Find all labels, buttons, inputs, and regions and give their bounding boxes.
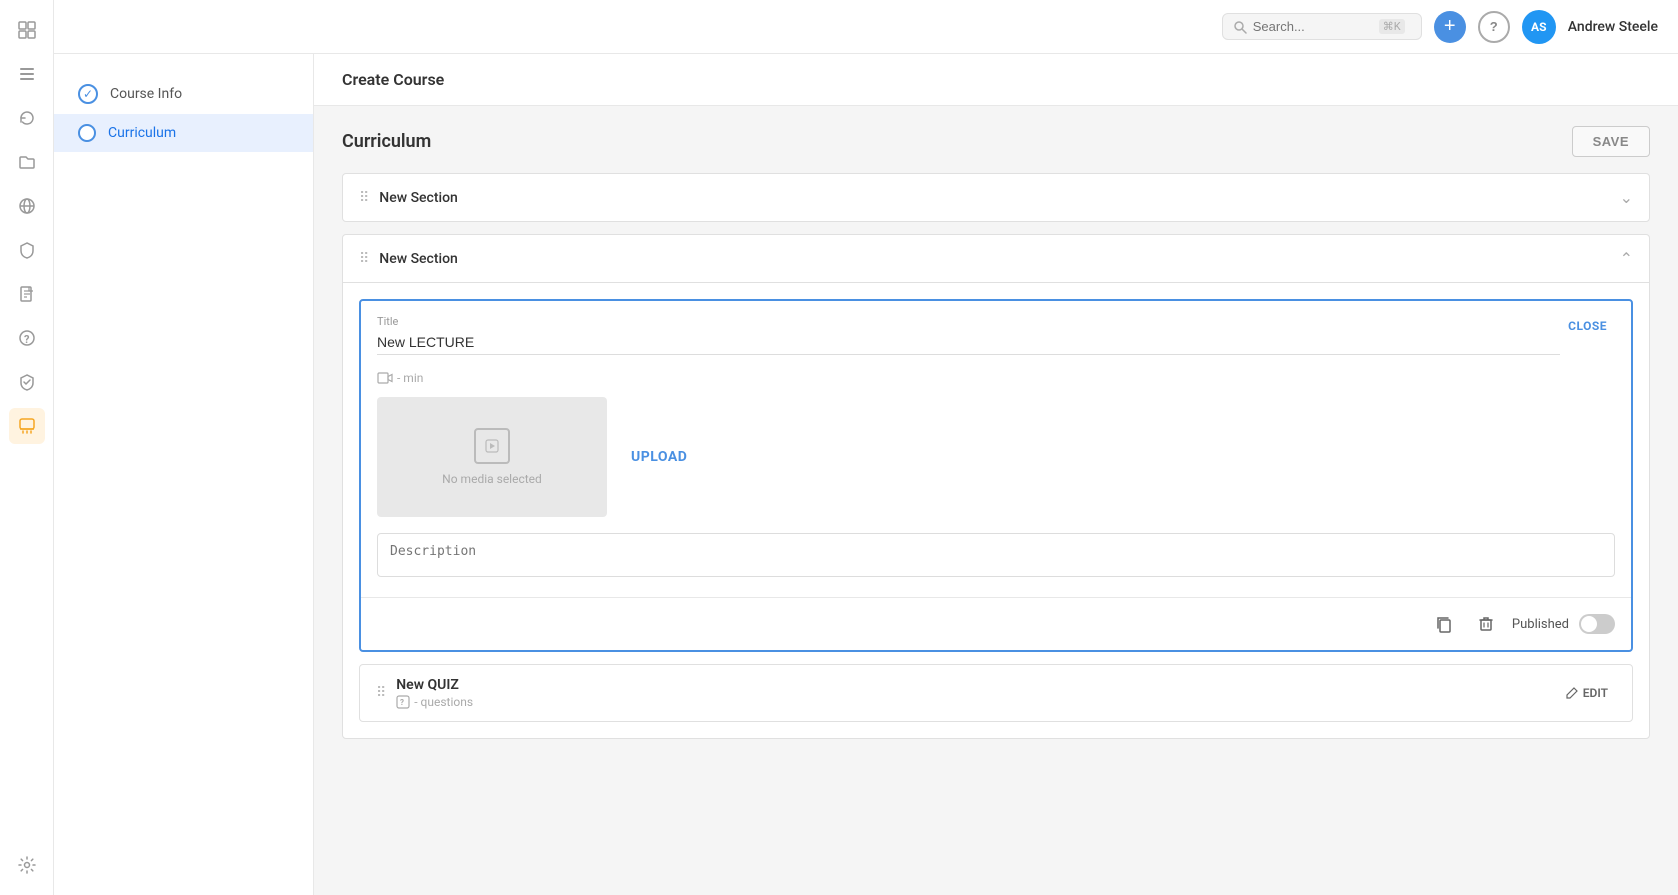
section-1-header[interactable]: ⠿ New Section ⌄ <box>343 174 1649 221</box>
lecture-title-input[interactable] <box>377 334 1560 355</box>
search-input[interactable] <box>1253 19 1373 34</box>
media-area: No media selected UPLOAD <box>361 397 1631 533</box>
sidebar-icon-shield2[interactable] <box>9 364 45 400</box>
left-nav: ✓ Course Info Curriculum <box>54 54 314 895</box>
topbar: ⌘K + ? AS Andrew Steele <box>54 0 1678 54</box>
lecture-title-section: Title <box>377 315 1560 355</box>
quiz-meta: ? - questions <box>396 695 1556 709</box>
sidebar-icon-shield[interactable] <box>9 232 45 268</box>
quiz-row: ⠿ New QUIZ ? - questions <box>359 664 1633 722</box>
section-1-name: New Section <box>379 190 1619 206</box>
upload-button[interactable]: UPLOAD <box>623 441 695 473</box>
media-placeholder: No media selected <box>377 397 607 517</box>
nav-item-curriculum[interactable]: Curriculum <box>54 114 313 152</box>
page-content: Create Course Curriculum SAVE ⠿ New Sect… <box>314 54 1678 895</box>
video-icon <box>377 372 393 384</box>
quiz-title: New QUIZ <box>396 677 1556 693</box>
add-button[interactable]: + <box>1434 11 1466 43</box>
quiz-drag-handle[interactable]: ⠿ <box>376 685 386 701</box>
sidebar-icon-file[interactable] <box>9 276 45 312</box>
section-2-header[interactable]: ⠿ New Section ⌃ <box>343 235 1649 282</box>
copy-button[interactable] <box>1428 608 1460 640</box>
edit-icon <box>1565 686 1579 700</box>
section-card-2: ⠿ New Section ⌃ Title CL <box>342 234 1650 739</box>
save-button[interactable]: SAVE <box>1572 126 1650 157</box>
published-label: Published <box>1512 617 1569 632</box>
section-2-expanded: Title CLOSE - min <box>343 282 1649 738</box>
avatar[interactable]: AS <box>1522 10 1556 44</box>
sidebar-icon-list[interactable] <box>9 56 45 92</box>
curriculum-header: Curriculum SAVE <box>342 126 1650 157</box>
sidebar-icon-help[interactable]: ? <box>9 320 45 356</box>
main-container: ⌘K + ? AS Andrew Steele ✓ Course Info Cu… <box>54 0 1678 895</box>
description-input[interactable] <box>377 533 1615 577</box>
sidebar-icon-refresh[interactable] <box>9 100 45 136</box>
lecture-duration: - min <box>397 371 423 385</box>
lecture-meta: - min <box>361 371 1631 385</box>
description-area <box>361 533 1631 597</box>
page-title: Create Course <box>342 70 1650 89</box>
sidebar-icon-tag[interactable] <box>9 408 45 444</box>
close-button[interactable]: CLOSE <box>1560 315 1615 337</box>
sidebar-icon-grid[interactable] <box>9 12 45 48</box>
course-info-check-icon: ✓ <box>78 84 98 104</box>
nav-item-course-info[interactable]: ✓ Course Info <box>54 74 313 114</box>
sidebar-icon-settings[interactable] <box>9 847 45 883</box>
nav-label-curriculum: Curriculum <box>108 125 176 141</box>
quiz-edit-label: EDIT <box>1583 686 1608 700</box>
quiz-edit-button[interactable]: EDIT <box>1557 682 1616 704</box>
user-name[interactable]: Andrew Steele <box>1568 19 1658 35</box>
published-toggle[interactable] <box>1579 614 1615 634</box>
chevron-down-icon-1: ⌄ <box>1620 188 1633 207</box>
drag-handle-2[interactable]: ⠿ <box>359 251 369 267</box>
lecture-footer: Published <box>361 597 1631 650</box>
page-header: Create Course <box>314 54 1678 106</box>
media-play-icon <box>474 428 510 464</box>
sidebar-icon-folder[interactable] <box>9 144 45 180</box>
sidebar-icon-globe[interactable] <box>9 188 45 224</box>
svg-text:?: ? <box>24 333 30 346</box>
section-2-name: New Section <box>379 251 1619 267</box>
drag-handle-1[interactable]: ⠿ <box>359 190 369 206</box>
quiz-icon: ? <box>396 695 410 709</box>
delete-button[interactable] <box>1470 608 1502 640</box>
search-box[interactable]: ⌘K <box>1222 13 1422 40</box>
lecture-card-header: Title CLOSE <box>361 301 1631 363</box>
quiz-questions: - questions <box>414 695 473 709</box>
lecture-card: Title CLOSE - min <box>359 299 1633 652</box>
media-label: No media selected <box>442 472 542 486</box>
search-shortcut: ⌘K <box>1379 19 1405 34</box>
content-area: ✓ Course Info Curriculum Create Course C… <box>54 54 1678 895</box>
help-button[interactable]: ? <box>1478 11 1510 43</box>
sidebar: ? <box>0 0 54 895</box>
section-card-1: ⠿ New Section ⌄ <box>342 173 1650 222</box>
curriculum-container: Curriculum SAVE ⠿ New Section ⌄ ⠿ New Se… <box>314 106 1678 771</box>
search-icon <box>1233 20 1247 34</box>
lecture-title-label: Title <box>377 315 1560 328</box>
curriculum-radio-icon <box>78 124 96 142</box>
chevron-up-icon-2: ⌃ <box>1620 249 1633 268</box>
quiz-info: New QUIZ ? - questions <box>396 677 1556 709</box>
curriculum-title: Curriculum <box>342 131 431 152</box>
svg-text:?: ? <box>400 698 404 707</box>
nav-label-course-info: Course Info <box>110 86 182 102</box>
